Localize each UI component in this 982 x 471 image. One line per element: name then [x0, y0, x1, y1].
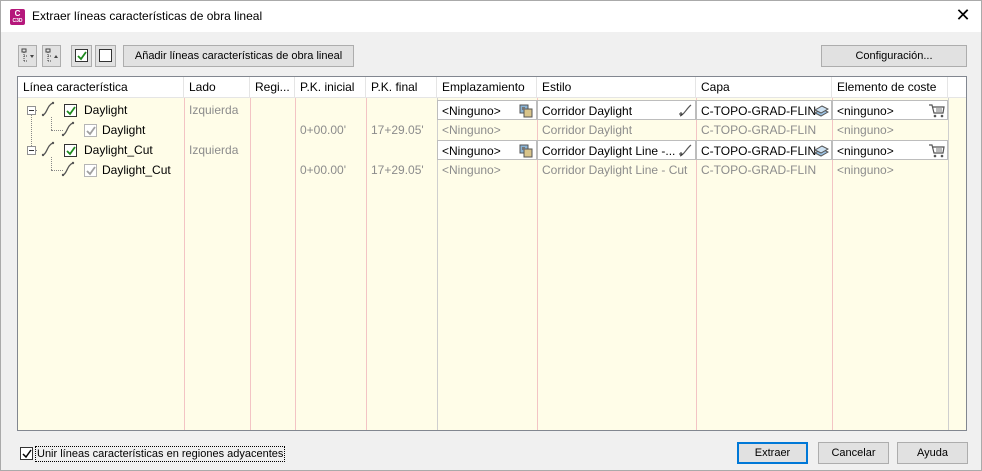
- style-select[interactable]: Corridor Daylight: [537, 100, 696, 120]
- col-header-side[interactable]: Lado: [184, 77, 250, 98]
- add-corridor-featurelines-button[interactable]: Añadir líneas características de obra li…: [123, 45, 354, 67]
- feature-line-icon: [61, 161, 75, 177]
- style-picker-icon: [679, 144, 692, 157]
- site-picker-icon: [519, 144, 533, 158]
- expand-all-button[interactable]: [18, 45, 37, 67]
- column-divider: [948, 98, 949, 430]
- style-value: Corridor Daylight: [542, 123, 633, 137]
- extract-button[interactable]: Extraer: [737, 442, 808, 464]
- pay-item-cart-icon: [929, 104, 945, 118]
- col-header-feature-line[interactable]: Línea característica: [18, 77, 184, 98]
- pay-item-value: <ninguno>: [837, 123, 894, 137]
- side-value: Izquierda: [189, 103, 239, 117]
- row-checkbox[interactable]: [64, 104, 77, 117]
- tree-connector: [51, 157, 52, 170]
- col-header-start-station[interactable]: P.K. inicial: [295, 77, 366, 98]
- window-title: Extraer líneas características de obra l…: [32, 9, 263, 23]
- feature-line-icon: [41, 101, 55, 117]
- column-divider: [366, 98, 367, 430]
- col-header-region[interactable]: Regi...: [250, 77, 295, 98]
- grid-header: Línea característica Lado Regi... P.K. i…: [18, 77, 966, 98]
- start-station-value: 0+00.00': [300, 123, 347, 137]
- style-select[interactable]: Corridor Daylight Line -...: [537, 140, 696, 160]
- feature-line-name: Daylight_Cut: [102, 163, 171, 177]
- collapse-toggle[interactable]: [27, 146, 36, 155]
- help-button[interactable]: Ayuda: [897, 442, 968, 464]
- feature-line-name: Daylight: [84, 103, 128, 117]
- site-picker-icon: [519, 104, 533, 118]
- col-header-pay-item[interactable]: Elemento de coste: [832, 77, 948, 98]
- title-bar: C C3D Extraer líneas características de …: [1, 1, 981, 32]
- cancel-button[interactable]: Cancelar: [818, 442, 889, 464]
- layer-value: C-TOPO-GRAD-FLIN: [701, 123, 817, 137]
- row-checkbox[interactable]: [84, 124, 97, 137]
- layer-select[interactable]: C-TOPO-GRAD-FLIN: [696, 100, 832, 120]
- tree-connector: [51, 117, 52, 130]
- col-header-style[interactable]: Estilo: [537, 77, 696, 98]
- pay-item-value: <ninguno>: [837, 163, 894, 177]
- dialog-window: C C3D Extraer líneas características de …: [0, 0, 982, 471]
- style-value: Corridor Daylight Line - Cut: [542, 163, 688, 177]
- feature-line-name: Daylight: [102, 123, 146, 137]
- col-header-layer[interactable]: Capa: [696, 77, 832, 98]
- style-picker-icon: [679, 104, 692, 117]
- pay-item-cart-icon: [929, 144, 945, 158]
- uncheck-all-button[interactable]: [95, 45, 116, 67]
- layer-picker-icon: [814, 145, 829, 157]
- layer-select[interactable]: C-TOPO-GRAD-FLIN: [696, 140, 832, 160]
- featurelines-grid: Línea característica Lado Regi... P.K. i…: [17, 76, 967, 431]
- layer-value: C-TOPO-GRAD-FLIN: [701, 163, 817, 177]
- collapse-tree-icon: [45, 48, 58, 62]
- collapse-toggle[interactable]: [27, 106, 36, 115]
- row-checkbox[interactable]: [84, 164, 97, 177]
- pay-item-select[interactable]: <ninguno>: [832, 100, 948, 120]
- end-station-value: 17+29.05': [371, 163, 424, 177]
- empty-box-icon: [99, 49, 112, 62]
- col-header-site[interactable]: Emplazamiento: [437, 77, 537, 98]
- end-station-value: 17+29.05': [371, 123, 424, 137]
- join-adjacent-regions-checkbox[interactable]: [20, 447, 33, 460]
- join-adjacent-regions-label[interactable]: Unir líneas características en regiones …: [35, 446, 286, 462]
- column-divider: [250, 98, 251, 430]
- pay-item-select[interactable]: <ninguno>: [832, 140, 948, 160]
- column-divider: [295, 98, 296, 430]
- tree-connector: [31, 110, 32, 150]
- close-icon[interactable]: ✕: [955, 6, 971, 24]
- check-all-button[interactable]: [71, 45, 92, 67]
- col-header-end-station[interactable]: P.K. final: [366, 77, 437, 98]
- row-checkbox[interactable]: [64, 144, 77, 157]
- civil3d-app-icon: C C3D: [10, 9, 25, 25]
- site-value: <Ninguno>: [442, 123, 501, 137]
- feature-line-icon: [41, 141, 55, 157]
- feature-line-name: Daylight_Cut: [84, 143, 153, 157]
- checked-box-icon: [75, 49, 88, 62]
- collapse-all-button[interactable]: [42, 45, 61, 67]
- start-station-value: 0+00.00': [300, 163, 347, 177]
- site-value: <Ninguno>: [442, 163, 501, 177]
- configuration-button[interactable]: Configuración...: [821, 45, 967, 67]
- layer-picker-icon: [814, 105, 829, 117]
- site-select[interactable]: <Ninguno>: [437, 140, 537, 160]
- feature-line-icon: [61, 121, 75, 137]
- expand-tree-icon: [21, 48, 34, 62]
- site-select[interactable]: <Ninguno>: [437, 100, 537, 120]
- side-value: Izquierda: [189, 143, 239, 157]
